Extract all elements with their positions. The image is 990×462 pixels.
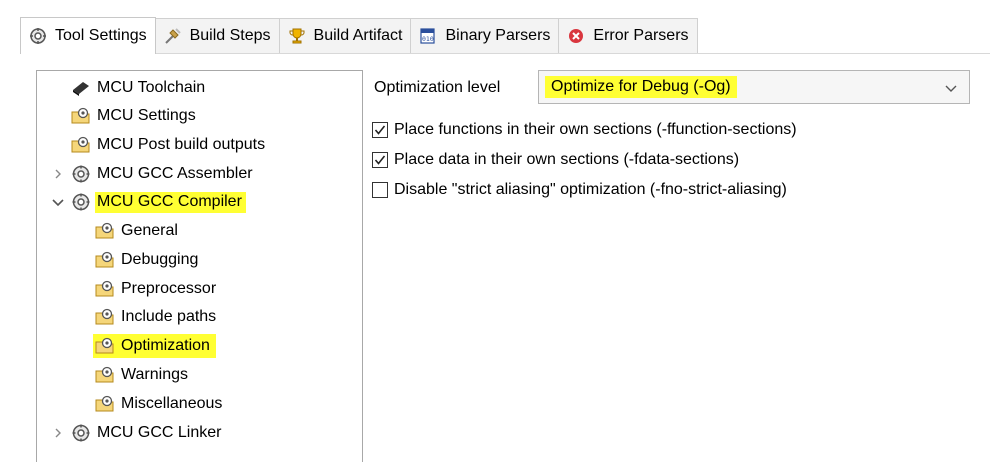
folder-gear-icon	[95, 394, 115, 414]
folder-gear-icon	[95, 221, 115, 241]
tree-item-mcu-settings[interactable]: MCU Settings	[71, 103, 196, 129]
tab-label: Binary Parsers	[445, 27, 551, 44]
tree-item-mcu-post-build-outputs[interactable]: MCU Post build outputs	[71, 132, 265, 158]
selection-highlight: Optimization	[93, 334, 216, 358]
chevron-down-icon[interactable]	[51, 195, 65, 209]
optimization-level-select[interactable]: Optimize for Debug (-Og)	[538, 70, 970, 104]
error-icon	[567, 27, 585, 45]
tree-item-optimization[interactable]: Optimization	[93, 333, 216, 359]
gear-globe-icon	[71, 192, 91, 212]
tree-item-mcu-gcc-compiler[interactable]: MCU GCC Compiler	[51, 189, 246, 215]
tree-item-debugging[interactable]: Debugging	[95, 247, 198, 273]
tab-label: Error Parsers	[593, 27, 689, 44]
tab-label: Tool Settings	[55, 27, 147, 44]
tab-label: Build Steps	[189, 27, 271, 44]
tab-bar: Tool Settings Build Steps Build Artifact…	[20, 17, 990, 54]
chevron-right-icon[interactable]	[51, 167, 65, 181]
tab-error-parsers[interactable]: Error Parsers	[558, 18, 698, 53]
fno-strict-aliasing-checkbox-row[interactable]: Disable "strict aliasing" optimization (…	[372, 178, 787, 202]
gear-globe-icon	[71, 164, 91, 184]
optimization-level-value: Optimize for Debug (-Og)	[545, 76, 737, 98]
gear-globe-icon	[71, 423, 91, 443]
tab-tool-settings[interactable]: Tool Settings	[20, 17, 156, 54]
optimization-level-row: Optimization level	[372, 70, 500, 106]
ffunction-sections-checkbox[interactable]	[372, 122, 388, 138]
chevron-down-icon	[943, 80, 959, 96]
tree-item-general[interactable]: General	[95, 218, 178, 244]
fdata-sections-checkbox[interactable]	[372, 152, 388, 168]
tab-label: Build Artifact	[313, 27, 403, 44]
tree-item-preprocessor[interactable]: Preprocessor	[95, 276, 216, 302]
toolchain-icon	[71, 78, 91, 98]
chevron-right-icon[interactable]	[51, 426, 65, 440]
trophy-icon	[288, 27, 306, 45]
folder-gear-icon	[71, 106, 91, 126]
folder-gear-icon	[95, 336, 115, 356]
gear-globe-icon	[29, 27, 47, 45]
tab-build-artifact[interactable]: Build Artifact	[278, 18, 412, 53]
folder-gear-icon	[95, 307, 115, 327]
folder-gear-icon	[95, 365, 115, 385]
folder-gear-icon	[95, 279, 115, 299]
tree-item-warnings[interactable]: Warnings	[95, 362, 188, 388]
binary-file-icon: 010	[419, 27, 437, 45]
svg-text:010: 010	[422, 35, 434, 43]
tab-binary-parsers[interactable]: 010 Binary Parsers	[410, 18, 560, 53]
fno-strict-aliasing-checkbox[interactable]	[372, 182, 388, 198]
tree-item-mcu-toolchain[interactable]: MCU Toolchain	[71, 75, 205, 101]
tree-item-include-paths[interactable]: Include paths	[95, 304, 216, 330]
tab-build-steps[interactable]: Build Steps	[154, 18, 280, 53]
tree-item-mcu-gcc-assembler[interactable]: MCU GCC Assembler	[51, 161, 253, 187]
tree-item-mcu-gcc-linker[interactable]: MCU GCC Linker	[51, 420, 221, 446]
optimization-level-label: Optimization level	[374, 79, 501, 96]
ffunction-sections-checkbox-row[interactable]: Place functions in their own sections (-…	[372, 118, 797, 142]
folder-gear-icon	[71, 135, 91, 155]
settings-tree[interactable]: MCU Toolchain MCU Settings MCU Post buil…	[36, 70, 363, 462]
tree-item-miscellaneous[interactable]: Miscellaneous	[95, 391, 222, 417]
folder-gear-icon	[95, 250, 115, 270]
build-steps-icon	[164, 27, 182, 45]
fdata-sections-checkbox-row[interactable]: Place data in their own sections (-fdata…	[372, 148, 739, 172]
